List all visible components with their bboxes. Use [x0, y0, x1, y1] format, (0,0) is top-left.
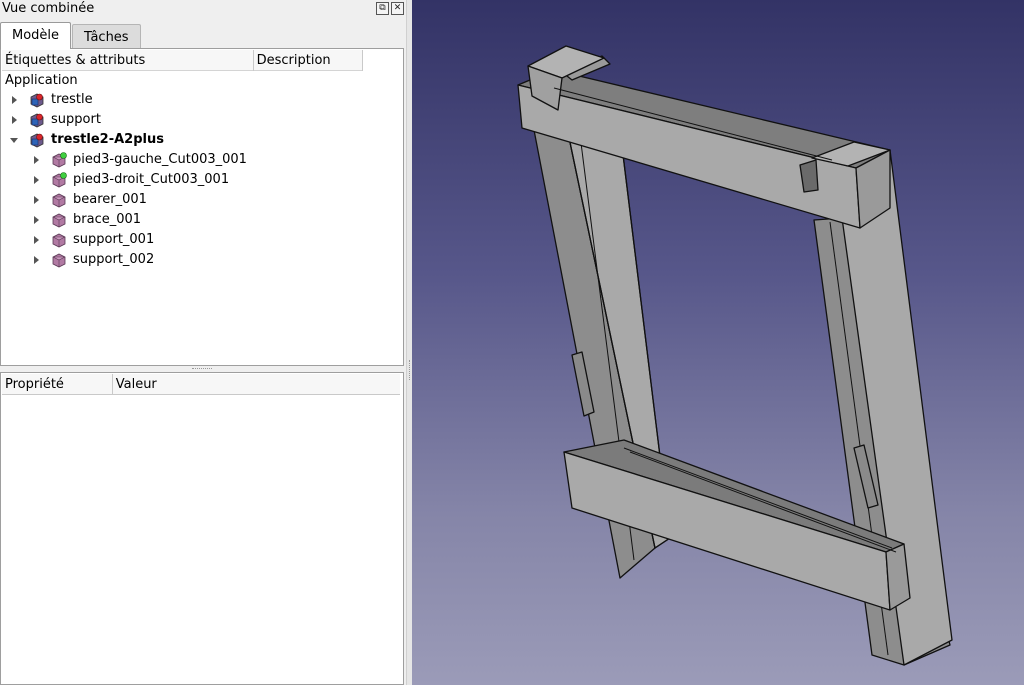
tree-item[interactable]: support_001	[2, 230, 402, 250]
tree-item-label: support	[51, 112, 101, 127]
tree-item-label: pied3-gauche_Cut003_001	[73, 152, 247, 167]
tree-root-application[interactable]: Application	[2, 72, 402, 90]
splitter-grip	[192, 368, 212, 370]
collapse-arrow-icon[interactable]	[9, 130, 19, 150]
panel-tabs: Modèle Tâches	[0, 22, 141, 49]
part-icon-updated	[51, 172, 67, 188]
tree-item-label: bearer_001	[73, 192, 147, 207]
part-icon	[51, 192, 67, 208]
column-header-property[interactable]: Propriété	[2, 374, 113, 395]
expand-arrow-icon[interactable]	[31, 170, 41, 190]
column-header-value[interactable]: Valeur	[113, 374, 400, 395]
expand-arrow-icon[interactable]	[31, 230, 41, 250]
column-header-description[interactable]: Description	[254, 50, 363, 71]
view-splitter-grip	[409, 360, 411, 380]
tree-item[interactable]: bearer_001	[2, 190, 402, 210]
part-icon	[51, 232, 67, 248]
part-icon-updated	[51, 152, 67, 168]
expand-arrow-icon[interactable]	[31, 150, 41, 170]
float-panel-button[interactable]: ⧉	[376, 2, 389, 15]
column-header-labels[interactable]: Étiquettes & attributs	[2, 50, 254, 71]
tree-header: Étiquettes & attributs Description	[2, 50, 363, 71]
trestle-model[interactable]	[412, 0, 1024, 685]
assembly-icon	[29, 92, 45, 108]
tree-item-label: support_001	[73, 232, 155, 247]
tree-item[interactable]: support	[2, 110, 402, 130]
tree-item[interactable]: pied3-gauche_Cut003_001	[2, 150, 402, 170]
tab-tasks[interactable]: Tâches	[72, 24, 141, 49]
tree-item[interactable]: support_002	[2, 250, 402, 270]
tab-model[interactable]: Modèle	[0, 22, 72, 49]
tree-item[interactable]: trestle2-A2plus	[2, 130, 402, 150]
expand-arrow-icon[interactable]	[31, 250, 41, 270]
tree-item[interactable]: trestle	[2, 90, 402, 110]
3d-viewport[interactable]	[412, 0, 1024, 685]
property-pane: Propriété Valeur	[0, 372, 404, 685]
assembly-icon	[29, 132, 45, 148]
close-panel-button[interactable]: ✕	[391, 2, 404, 15]
tree-item-label: brace_001	[73, 212, 142, 227]
assembly-icon	[29, 112, 45, 128]
expand-arrow-icon[interactable]	[31, 210, 41, 230]
part-icon	[51, 252, 67, 268]
tree-item[interactable]: brace_001	[2, 210, 402, 230]
model-tree: Application trestle support trestle2-A2plu…	[2, 72, 402, 270]
property-header: Propriété Valeur	[2, 374, 400, 395]
tree-item[interactable]: pied3-droit_Cut003_001	[2, 170, 402, 190]
model-tree-pane: Étiquettes & attributs Description Appli…	[0, 48, 404, 366]
panel-title: Vue combinée	[2, 1, 95, 16]
tree-item-label: trestle	[51, 92, 93, 107]
combo-view-panel: Vue combinée ⧉ ✕ Modèle Tâches Étiquette…	[0, 0, 406, 685]
expand-arrow-icon[interactable]	[9, 90, 19, 110]
expand-arrow-icon[interactable]	[9, 110, 19, 130]
panel-title-buttons: ⧉ ✕	[376, 2, 404, 15]
expand-arrow-icon[interactable]	[31, 190, 41, 210]
tree-item-label: support_002	[73, 252, 155, 267]
tree-item-label: pied3-droit_Cut003_001	[73, 172, 230, 187]
part-icon	[51, 212, 67, 228]
tree-item-label: trestle2-A2plus	[51, 132, 164, 147]
